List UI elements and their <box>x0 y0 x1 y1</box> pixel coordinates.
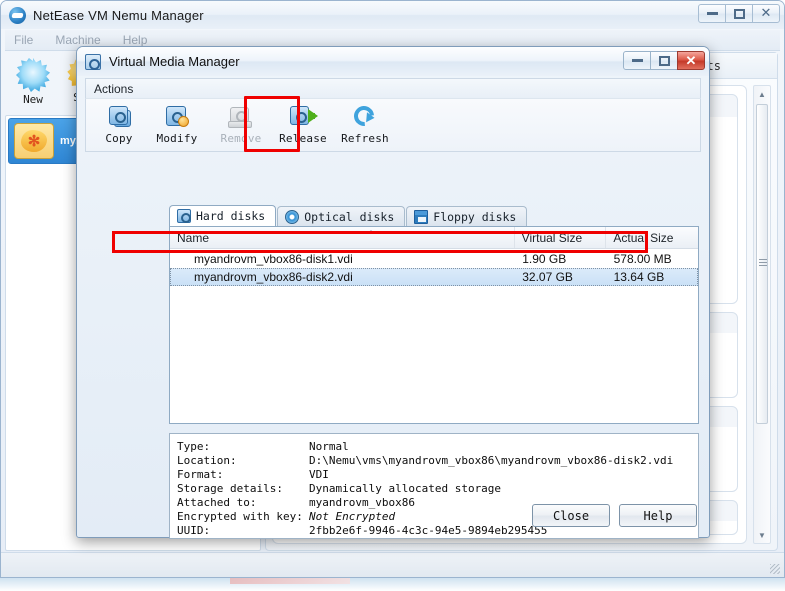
detail-label-encrypted: Encrypted with key: <box>177 509 303 523</box>
resize-grip-icon[interactable] <box>770 564 780 574</box>
tab-floppy-disks-label: Floppy disks <box>433 209 517 224</box>
tab-floppy-disks[interactable]: Floppy disks <box>406 206 528 226</box>
details-vertical-scrollbar[interactable]: ▲ ▼ <box>753 85 771 544</box>
detail-value-encrypted: Not Encrypted <box>309 509 396 523</box>
copy-disk-icon <box>106 105 132 129</box>
column-header-actual-size[interactable]: Actual Size <box>606 227 698 248</box>
tab-optical-disks[interactable]: Optical disks <box>277 206 406 226</box>
close-icon[interactable]: ✕ <box>677 51 705 70</box>
main-statusbar <box>1 552 784 577</box>
desktop-background-strip <box>0 578 785 591</box>
cell-virtual-size: 1.90 GB <box>522 252 567 266</box>
detail-row-type: Type: Normal <box>177 439 691 453</box>
cell-actual-size: 13.64 GB <box>613 270 665 284</box>
copy-button[interactable]: Copy <box>90 103 148 149</box>
refresh-button[interactable]: Refresh <box>336 101 394 149</box>
optical-disk-icon <box>285 209 300 224</box>
modify-button-label: Modify <box>156 132 198 145</box>
table-row[interactable]: myandrovm_vbox86-disk2.vdi 32.07 GB 13.6… <box>170 268 698 286</box>
cell-name: myandrovm_vbox86-disk2.vdi <box>194 270 353 284</box>
main-window-titlebar: NetEase VM Nemu Manager ✕ <box>1 1 784 29</box>
main-window-controls: ✕ <box>698 4 780 23</box>
actions-group-header: Actions <box>85 78 701 98</box>
media-table[interactable]: Name Virtual Size Actual Size myandrovm_… <box>169 226 699 424</box>
help-button[interactable]: Help <box>619 504 697 527</box>
sort-ascending-icon <box>366 230 376 234</box>
cell-virtual-size: 32.07 GB <box>522 270 573 284</box>
column-header-virtual-size[interactable]: Virtual Size <box>515 227 607 248</box>
virtual-media-manager-dialog: Virtual Media Manager ✕ Actions Copy Mod… <box>76 46 710 539</box>
toolbar-new-label: New <box>23 93 43 106</box>
dialog-toolbar: Copy Modify Remove Release Refresh <box>85 98 701 152</box>
detail-label-location: Location: <box>177 453 237 467</box>
dialog-window-controls: ✕ <box>623 51 705 70</box>
refresh-icon <box>349 101 379 131</box>
copy-button-label: Copy <box>105 132 133 145</box>
main-window-title: NetEase VM Nemu Manager <box>33 7 204 23</box>
detail-label-format: Format: <box>177 467 224 481</box>
release-button[interactable]: Release <box>274 103 332 149</box>
table-row[interactable]: myandrovm_vbox86-disk1.vdi 1.90 GB 578.0… <box>170 250 698 268</box>
scroll-up-icon[interactable]: ▲ <box>754 86 770 102</box>
actions-group-label: Actions <box>94 81 134 96</box>
menu-machine[interactable]: Machine <box>55 33 100 47</box>
cell-actual-size: 578.00 MB <box>613 252 672 266</box>
remove-disk-icon <box>228 105 254 129</box>
menu-file[interactable]: File <box>14 33 33 47</box>
tab-hard-disks[interactable]: Hard disks <box>169 205 277 226</box>
dialog-title: Virtual Media Manager <box>109 54 240 69</box>
detail-row-location: Location: D:\Nemu\vms\myandrovm_vbox86\m… <box>177 453 691 467</box>
column-header-name[interactable]: Name <box>170 227 515 248</box>
close-icon[interactable]: ✕ <box>752 4 780 23</box>
dialog-button-row: Close Help <box>523 504 697 527</box>
detail-value-uuid: 2fbb2e6f-9946-4c3c-94e5-9894eb295455 <box>309 523 548 537</box>
detail-label-type: Type: <box>177 439 211 453</box>
release-button-label: Release <box>279 132 327 145</box>
modify-disk-icon <box>164 105 190 129</box>
detail-value-format: VDI <box>309 467 329 481</box>
tab-hard-disks-label: Hard disks <box>196 209 266 223</box>
vm-thumbnail-icon: ✻ <box>14 123 54 159</box>
tab-optical-disks-label: Optical disks <box>304 209 395 224</box>
detail-value-type: Normal <box>309 439 349 453</box>
detail-label-uuid: UUID: <box>177 523 211 537</box>
detail-value-storage-details: Dynamically allocated storage <box>309 481 502 495</box>
maximize-icon[interactable] <box>650 51 678 70</box>
scrollbar-thumb[interactable] <box>756 104 768 424</box>
media-type-tabstrip: Hard disks Optical disks Floppy disks <box>169 205 528 226</box>
detail-label-attached-to: Attached to: <box>177 495 257 509</box>
new-star-icon <box>16 58 50 92</box>
menu-help[interactable]: Help <box>123 33 148 47</box>
cell-name: myandrovm_vbox86-disk1.vdi <box>194 252 353 266</box>
maximize-icon[interactable] <box>725 4 753 23</box>
close-button[interactable]: Close <box>532 504 610 527</box>
scroll-down-icon[interactable]: ▼ <box>754 527 770 543</box>
detail-label-storage-details: Storage details: <box>177 481 283 495</box>
toolbar-new-button[interactable]: New <box>7 58 59 106</box>
remove-button: Remove <box>212 103 270 149</box>
release-disk-icon <box>290 105 318 129</box>
remove-button-label: Remove <box>220 132 262 145</box>
detail-row-storage-details: Storage details: Dynamically allocated s… <box>177 481 691 495</box>
virtual-media-manager-icon <box>85 53 101 70</box>
modify-button[interactable]: Modify <box>148 103 206 149</box>
netease-logo-icon <box>9 6 26 24</box>
minimize-icon[interactable] <box>623 51 651 70</box>
refresh-button-label: Refresh <box>341 132 389 145</box>
detail-value-location: D:\Nemu\vms\myandrovm_vbox86\myandrovm_v… <box>309 453 674 467</box>
detail-value-attached-to: myandrovm_vbox86 <box>309 495 415 509</box>
minimize-icon[interactable] <box>698 4 726 23</box>
table-header-row: Name Virtual Size Actual Size <box>170 227 698 249</box>
dialog-titlebar: Virtual Media Manager ✕ <box>77 47 709 76</box>
floppy-disk-icon <box>414 209 429 224</box>
hard-disk-icon <box>177 209 191 223</box>
detail-row-format: Format: VDI <box>177 467 691 481</box>
